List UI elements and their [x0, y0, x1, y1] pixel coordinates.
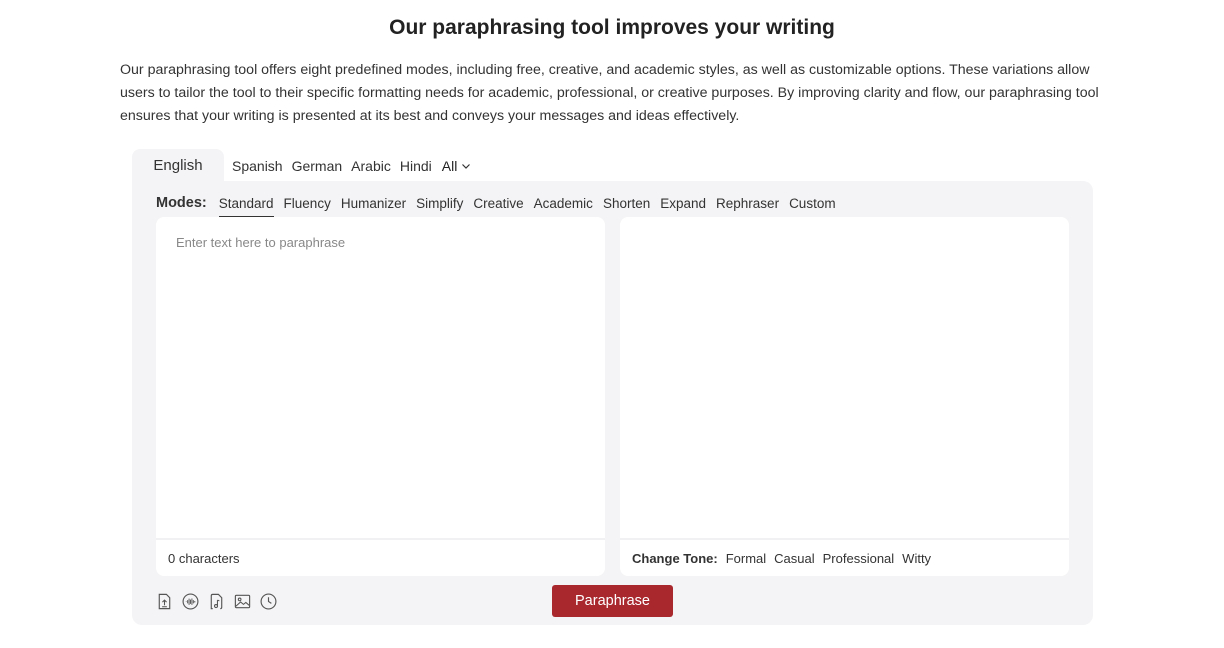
language-tab-hindi[interactable]: Hindi: [400, 158, 432, 174]
change-tone-label: Change Tone:: [632, 550, 718, 566]
language-tab-arabic[interactable]: Arabic: [351, 158, 391, 174]
chevron-down-icon: [462, 163, 471, 169]
input-textarea[interactable]: [156, 217, 605, 537]
tone-witty[interactable]: Witty: [902, 551, 931, 566]
mode-tab-shorten[interactable]: Shorten: [603, 189, 650, 217]
language-tab-english[interactable]: English: [132, 149, 224, 182]
history-icon[interactable]: [258, 591, 278, 611]
modes-label: Modes:: [156, 195, 207, 211]
input-box: 0 characters: [156, 217, 605, 576]
mode-tab-fluency[interactable]: Fluency: [284, 189, 331, 217]
all-languages-dropdown[interactable]: All: [442, 158, 472, 174]
tone-formal[interactable]: Formal: [726, 551, 766, 566]
output-box: Change Tone: Formal Casual Professional …: [620, 217, 1069, 576]
character-count: 0 characters: [168, 550, 240, 566]
mode-tab-creative[interactable]: Creative: [473, 189, 523, 217]
tone-casual[interactable]: Casual: [774, 551, 814, 566]
mode-tab-standard[interactable]: Standard: [218, 189, 274, 218]
language-tab-german[interactable]: German: [292, 158, 343, 174]
language-tab-spanish[interactable]: Spanish: [232, 158, 283, 174]
audio-icon[interactable]: [180, 591, 200, 611]
paraphrase-panel: Modes: Standard Fluency Humanizer Simpli…: [132, 181, 1093, 625]
image-icon[interactable]: [232, 591, 252, 611]
all-languages-label: All: [441, 157, 458, 174]
mode-tab-academic[interactable]: Academic: [534, 189, 593, 217]
input-footer: 0 characters: [156, 538, 605, 576]
page-title: Our paraphrasing tool improves your writ…: [389, 16, 835, 39]
language-bar: English Spanish German Arabic Hindi All: [132, 149, 471, 182]
mode-tab-rephraser[interactable]: Rephraser: [716, 189, 779, 217]
upload-file-icon[interactable]: [154, 591, 174, 611]
output-footer: Change Tone: Formal Casual Professional …: [620, 538, 1069, 576]
tone-professional[interactable]: Professional: [823, 551, 895, 566]
paraphrase-button[interactable]: Paraphrase: [552, 585, 673, 617]
modes-bar: Modes: Standard Fluency Humanizer Simpli…: [156, 189, 846, 218]
page-description: Our paraphrasing tool offers eight prede…: [120, 62, 1099, 124]
mode-tab-simplify[interactable]: Simplify: [416, 189, 463, 217]
mode-tab-custom[interactable]: Custom: [789, 189, 836, 217]
mode-tab-expand[interactable]: Expand: [660, 189, 706, 217]
tools-bar: [154, 591, 278, 611]
mode-tab-humanizer[interactable]: Humanizer: [341, 189, 406, 217]
music-file-icon[interactable]: [206, 591, 226, 611]
